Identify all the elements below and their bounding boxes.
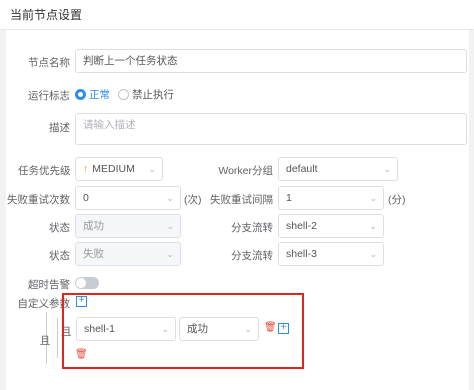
- run-flag-normal-text: 正常: [89, 89, 110, 101]
- panel-title: 当前节点设置: [10, 8, 83, 22]
- chevron-down-icon: ⌄: [166, 221, 174, 231]
- condition-1-status-select[interactable]: 成功 ⌄: [75, 214, 181, 238]
- condition-1-status-value: 成功: [83, 220, 104, 232]
- node-name-label: 节点名称: [28, 57, 70, 69]
- branch-2-value: shell-3: [286, 248, 317, 260]
- priority-select[interactable]: ↑ MEDIUM ⌄: [75, 157, 163, 181]
- chevron-down-icon: ⌄: [369, 249, 377, 259]
- run-flag-label: 运行标志: [28, 90, 70, 102]
- retry-interval-unit: (分): [388, 194, 406, 206]
- retry-times-label: 失败重试次数: [7, 194, 70, 206]
- run-flag-disabled-text: 禁止执行: [132, 89, 174, 101]
- left-gutter: [0, 30, 6, 390]
- panel-header: 当前节点设置: [0, 0, 474, 30]
- timeout-alarm-switch[interactable]: [75, 277, 99, 289]
- chevron-down-icon: ⌄: [383, 164, 391, 174]
- timeout-alarm-label: 超时告警: [28, 279, 70, 291]
- chevron-down-icon: ⌄: [369, 221, 377, 231]
- chevron-down-icon: ⌄: [369, 193, 377, 203]
- condition-1-label: 状态: [49, 222, 70, 234]
- branch-1-label: 分支流转: [231, 222, 273, 234]
- retry-interval-label: 失败重试间隔: [210, 194, 273, 206]
- radio-unchecked-icon: [118, 89, 129, 100]
- chevron-down-icon: ⌄: [166, 193, 174, 203]
- branch-1-select[interactable]: shell-2 ⌄: [278, 214, 384, 238]
- run-flag-disabled-radio[interactable]: 禁止执行: [118, 87, 174, 102]
- chevron-down-icon: ⌄: [166, 249, 174, 259]
- chevron-down-icon: ⌄: [148, 164, 156, 174]
- retry-interval-value: 1: [286, 192, 292, 204]
- description-textarea[interactable]: 请输入描述: [75, 113, 467, 145]
- branch-1-value: shell-2: [286, 220, 317, 232]
- node-settings-panel: 当前节点设置 节点名称 判断上一个任务状态 运行标志 正常 禁止执行 描述 请输…: [0, 0, 474, 390]
- branch-2-label: 分支流转: [231, 250, 273, 262]
- inner-relation-line: [57, 318, 58, 358]
- worker-group-value: default: [286, 163, 318, 175]
- worker-group-label: Worker分组: [218, 165, 273, 177]
- highlight-box: [62, 293, 304, 369]
- retry-times-select[interactable]: 0 ⌄: [75, 186, 181, 210]
- arrow-up-icon: ↑: [83, 163, 89, 175]
- branch-2-select[interactable]: shell-3 ⌄: [278, 242, 384, 266]
- radio-checked-icon: [75, 89, 86, 100]
- custom-params-label: 自定义参数: [17, 298, 71, 310]
- retry-times-unit: (次): [184, 194, 202, 206]
- worker-group-select[interactable]: default ⌄: [278, 157, 398, 181]
- description-label: 描述: [49, 122, 70, 134]
- priority-value: MEDIUM: [92, 163, 135, 175]
- node-name-input[interactable]: 判断上一个任务状态: [75, 49, 467, 73]
- outer-relation-label: 且: [39, 335, 51, 347]
- priority-label: 任务优先级: [18, 165, 71, 177]
- condition-2-status-value: 失败: [83, 248, 104, 260]
- retry-times-value: 0: [83, 192, 89, 204]
- condition-2-status-select[interactable]: 失败 ⌄: [75, 242, 181, 266]
- run-flag-normal-radio[interactable]: 正常: [75, 87, 110, 102]
- retry-interval-select[interactable]: 1 ⌄: [278, 186, 384, 210]
- right-gutter: [469, 30, 474, 390]
- condition-2-label: 状态: [49, 250, 70, 262]
